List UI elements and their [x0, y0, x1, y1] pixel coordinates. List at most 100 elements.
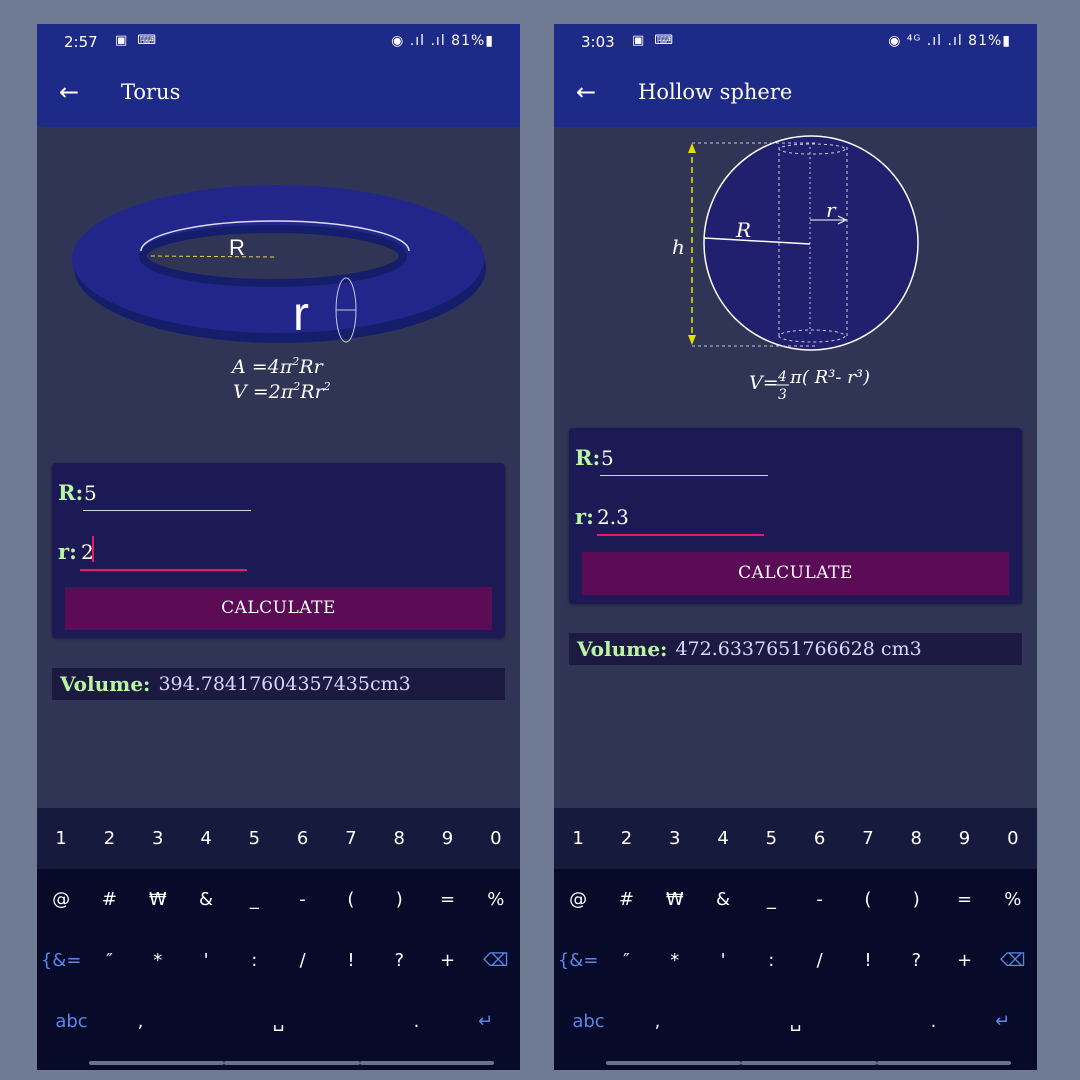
key-8[interactable]: 8	[892, 808, 940, 869]
back-arrow-icon[interactable]: ←	[576, 78, 596, 106]
nav-bar-handle	[606, 1061, 741, 1065]
key-abc[interactable]: abc	[37, 991, 106, 1053]
keyboard-symbol-row-1: @ # ₩ & _ - ( ) = %	[554, 869, 1037, 931]
key-apostrophe[interactable]: '	[699, 931, 747, 991]
key-percent[interactable]: %	[472, 869, 520, 931]
key-plus[interactable]: +	[940, 931, 988, 991]
key-2[interactable]: 2	[602, 808, 650, 869]
key-open-paren[interactable]: (	[844, 869, 892, 931]
key-6[interactable]: 6	[278, 808, 326, 869]
key-exclamation[interactable]: !	[844, 931, 892, 991]
volume-formula-v: V=	[749, 372, 779, 394]
key-6[interactable]: 6	[795, 808, 843, 869]
key-comma[interactable]: ,	[623, 991, 692, 1053]
key-1[interactable]: 1	[554, 808, 602, 869]
result-value: 472.6337651766628 cm3	[675, 638, 922, 660]
key-won[interactable]: ₩	[651, 869, 699, 931]
key-open-paren[interactable]: (	[327, 869, 375, 931]
key-close-paren[interactable]: )	[375, 869, 423, 931]
key-apostrophe[interactable]: '	[182, 931, 230, 991]
key-period[interactable]: .	[899, 991, 968, 1053]
key-underscore[interactable]: _	[747, 869, 795, 931]
key-4[interactable]: 4	[699, 808, 747, 869]
keyboard-bottom-row: abc , ␣ . ↵	[554, 991, 1037, 1053]
status-time: 3:03	[581, 33, 615, 51]
area-formula-exponent: 2	[291, 355, 299, 368]
space-bar-icon[interactable]: ␣	[692, 991, 899, 1053]
key-plus[interactable]: +	[423, 931, 471, 991]
key-7[interactable]: 7	[327, 808, 375, 869]
key-question[interactable]: ?	[892, 931, 940, 991]
keyboard-number-row: 1 2 3 4 5 6 7 8 9 0	[37, 808, 520, 869]
key-9[interactable]: 9	[940, 808, 988, 869]
key-ampersand[interactable]: &	[182, 869, 230, 931]
height-h-label: h	[672, 235, 685, 259]
key-comma[interactable]: ,	[106, 991, 175, 1053]
key-0[interactable]: 0	[989, 808, 1037, 869]
enter-icon[interactable]: ↵	[968, 991, 1037, 1053]
calculate-button[interactable]: CALCULATE	[65, 587, 492, 630]
key-at[interactable]: @	[554, 869, 602, 931]
back-arrow-icon[interactable]: ←	[59, 78, 79, 106]
R-input[interactable]: 5	[601, 446, 614, 470]
key-5[interactable]: 5	[230, 808, 278, 869]
key-quote[interactable]: ″	[602, 931, 650, 991]
key-question[interactable]: ?	[375, 931, 423, 991]
R-input-underline	[83, 510, 251, 511]
keyboard-symbol-row-2: {&= ″ * ' : / ! ? + ⌫	[37, 931, 520, 991]
key-slash[interactable]: /	[278, 931, 326, 991]
key-3[interactable]: 3	[134, 808, 182, 869]
keyboard-number-row: 1 2 3 4 5 6 7 8 9 0	[554, 808, 1037, 869]
key-colon[interactable]: :	[230, 931, 278, 991]
space-bar-icon[interactable]: ␣	[175, 991, 382, 1053]
r-field-label: r:	[58, 539, 77, 564]
key-asterisk[interactable]: *	[651, 931, 699, 991]
torus-diagram: R r A =4π2Rr V =2π2Rr2	[72, 185, 486, 403]
key-slash[interactable]: /	[795, 931, 843, 991]
status-bar: 2:57 ▣ ⌨ ◉ .ıl .ıl 81%▮	[37, 24, 520, 62]
key-more-symbols[interactable]: {&=	[554, 931, 602, 991]
key-equals[interactable]: =	[940, 869, 988, 931]
key-colon[interactable]: :	[747, 931, 795, 991]
key-7[interactable]: 7	[844, 808, 892, 869]
key-3[interactable]: 3	[651, 808, 699, 869]
key-1[interactable]: 1	[37, 808, 85, 869]
key-exclamation[interactable]: !	[327, 931, 375, 991]
key-ampersand[interactable]: &	[699, 869, 747, 931]
key-hash[interactable]: #	[85, 869, 133, 931]
enter-icon[interactable]: ↵	[451, 991, 520, 1053]
key-4[interactable]: 4	[182, 808, 230, 869]
key-abc[interactable]: abc	[554, 991, 623, 1053]
keyboard: 1 2 3 4 5 6 7 8 9 0 @ # ₩ & _ - ( ) = % …	[554, 808, 1037, 1070]
key-minus[interactable]: -	[278, 869, 326, 931]
calculate-button[interactable]: CALCULATE	[582, 552, 1009, 595]
key-9[interactable]: 9	[423, 808, 471, 869]
key-underscore[interactable]: _	[230, 869, 278, 931]
key-2[interactable]: 2	[85, 808, 133, 869]
key-hash[interactable]: #	[602, 869, 650, 931]
key-8[interactable]: 8	[375, 808, 423, 869]
page-title: Hollow sphere	[638, 80, 793, 104]
volume-formula-rest: π( R³- r³)	[789, 367, 870, 388]
R-input[interactable]: 5	[84, 481, 97, 505]
notification-icons: ▣ ⌨	[632, 33, 677, 48]
key-percent[interactable]: %	[989, 869, 1037, 931]
key-quote[interactable]: ″	[85, 931, 133, 991]
key-more-symbols[interactable]: {&=	[37, 931, 85, 991]
key-won[interactable]: ₩	[134, 869, 182, 931]
R-field-label: R:	[575, 445, 601, 470]
key-asterisk[interactable]: *	[134, 931, 182, 991]
backspace-icon[interactable]: ⌫	[472, 931, 520, 991]
key-period[interactable]: .	[382, 991, 451, 1053]
key-minus[interactable]: -	[795, 869, 843, 931]
key-5[interactable]: 5	[747, 808, 795, 869]
system-status-icons: ◉ .ıl .ıl 81%▮	[391, 33, 494, 49]
key-at[interactable]: @	[37, 869, 85, 931]
key-0[interactable]: 0	[472, 808, 520, 869]
key-equals[interactable]: =	[423, 869, 471, 931]
key-close-paren[interactable]: )	[892, 869, 940, 931]
keyboard-symbol-row-1: @ # ₩ & _ - ( ) = %	[37, 869, 520, 931]
backspace-icon[interactable]: ⌫	[989, 931, 1037, 991]
r-input[interactable]: 2.3	[597, 505, 629, 529]
nav-bar-handle	[89, 1061, 224, 1065]
